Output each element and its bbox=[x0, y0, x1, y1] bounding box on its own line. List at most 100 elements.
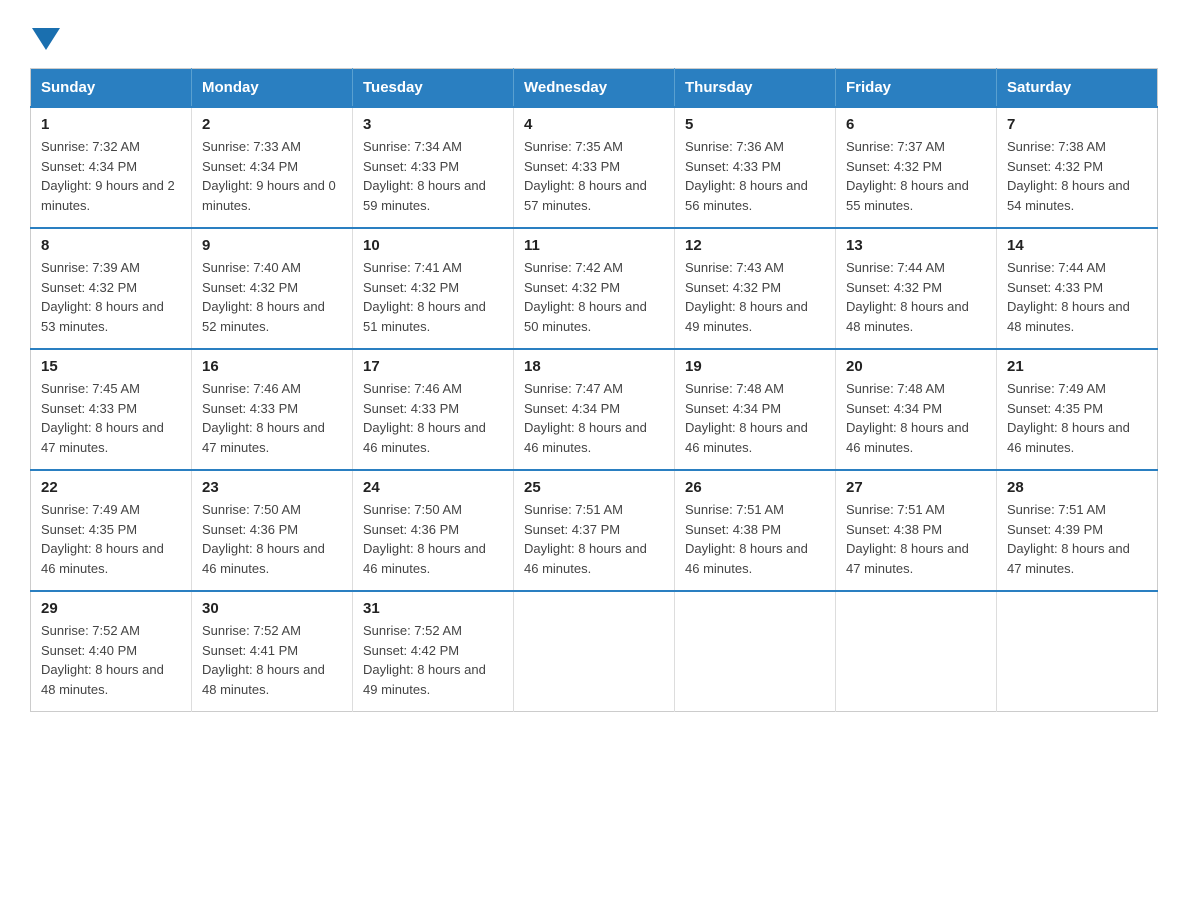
day-info: Sunrise: 7:52 AMSunset: 4:40 PMDaylight:… bbox=[41, 623, 164, 697]
day-number: 1 bbox=[41, 116, 181, 133]
calendar-cell: 12 Sunrise: 7:43 AMSunset: 4:32 PMDaylig… bbox=[675, 228, 836, 349]
day-info: Sunrise: 7:39 AMSunset: 4:32 PMDaylight:… bbox=[41, 260, 164, 334]
day-number: 13 bbox=[846, 237, 986, 254]
day-info: Sunrise: 7:52 AMSunset: 4:41 PMDaylight:… bbox=[202, 623, 325, 697]
calendar-week-row: 8 Sunrise: 7:39 AMSunset: 4:32 PMDayligh… bbox=[31, 228, 1158, 349]
day-info: Sunrise: 7:37 AMSunset: 4:32 PMDaylight:… bbox=[846, 139, 969, 213]
calendar-table: SundayMondayTuesdayWednesdayThursdayFrid… bbox=[30, 68, 1158, 712]
day-number: 7 bbox=[1007, 116, 1147, 133]
weekday-header-thursday: Thursday bbox=[675, 69, 836, 108]
day-info: Sunrise: 7:48 AMSunset: 4:34 PMDaylight:… bbox=[846, 381, 969, 455]
calendar-cell: 4 Sunrise: 7:35 AMSunset: 4:33 PMDayligh… bbox=[514, 107, 675, 228]
calendar-week-row: 15 Sunrise: 7:45 AMSunset: 4:33 PMDaylig… bbox=[31, 349, 1158, 470]
day-number: 19 bbox=[685, 358, 825, 375]
day-number: 16 bbox=[202, 358, 342, 375]
calendar-cell: 30 Sunrise: 7:52 AMSunset: 4:41 PMDaylig… bbox=[192, 591, 353, 712]
page-header bbox=[30, 24, 1158, 50]
day-info: Sunrise: 7:46 AMSunset: 4:33 PMDaylight:… bbox=[363, 381, 486, 455]
calendar-cell: 21 Sunrise: 7:49 AMSunset: 4:35 PMDaylig… bbox=[997, 349, 1158, 470]
day-number: 17 bbox=[363, 358, 503, 375]
day-info: Sunrise: 7:51 AMSunset: 4:38 PMDaylight:… bbox=[685, 502, 808, 576]
day-info: Sunrise: 7:50 AMSunset: 4:36 PMDaylight:… bbox=[363, 502, 486, 576]
day-number: 2 bbox=[202, 116, 342, 133]
day-info: Sunrise: 7:45 AMSunset: 4:33 PMDaylight:… bbox=[41, 381, 164, 455]
day-info: Sunrise: 7:51 AMSunset: 4:38 PMDaylight:… bbox=[846, 502, 969, 576]
day-info: Sunrise: 7:49 AMSunset: 4:35 PMDaylight:… bbox=[41, 502, 164, 576]
calendar-cell: 13 Sunrise: 7:44 AMSunset: 4:32 PMDaylig… bbox=[836, 228, 997, 349]
day-number: 5 bbox=[685, 116, 825, 133]
calendar-cell: 5 Sunrise: 7:36 AMSunset: 4:33 PMDayligh… bbox=[675, 107, 836, 228]
day-info: Sunrise: 7:49 AMSunset: 4:35 PMDaylight:… bbox=[1007, 381, 1130, 455]
day-info: Sunrise: 7:32 AMSunset: 4:34 PMDaylight:… bbox=[41, 139, 175, 213]
calendar-cell: 16 Sunrise: 7:46 AMSunset: 4:33 PMDaylig… bbox=[192, 349, 353, 470]
calendar-cell: 28 Sunrise: 7:51 AMSunset: 4:39 PMDaylig… bbox=[997, 470, 1158, 591]
day-number: 20 bbox=[846, 358, 986, 375]
weekday-header-wednesday: Wednesday bbox=[514, 69, 675, 108]
day-info: Sunrise: 7:44 AMSunset: 4:33 PMDaylight:… bbox=[1007, 260, 1130, 334]
day-number: 31 bbox=[363, 600, 503, 617]
day-info: Sunrise: 7:36 AMSunset: 4:33 PMDaylight:… bbox=[685, 139, 808, 213]
day-info: Sunrise: 7:50 AMSunset: 4:36 PMDaylight:… bbox=[202, 502, 325, 576]
day-number: 18 bbox=[524, 358, 664, 375]
day-info: Sunrise: 7:47 AMSunset: 4:34 PMDaylight:… bbox=[524, 381, 647, 455]
day-number: 4 bbox=[524, 116, 664, 133]
calendar-cell bbox=[514, 591, 675, 712]
calendar-cell: 3 Sunrise: 7:34 AMSunset: 4:33 PMDayligh… bbox=[353, 107, 514, 228]
day-info: Sunrise: 7:35 AMSunset: 4:33 PMDaylight:… bbox=[524, 139, 647, 213]
calendar-cell: 29 Sunrise: 7:52 AMSunset: 4:40 PMDaylig… bbox=[31, 591, 192, 712]
calendar-cell: 6 Sunrise: 7:37 AMSunset: 4:32 PMDayligh… bbox=[836, 107, 997, 228]
day-number: 24 bbox=[363, 479, 503, 496]
day-info: Sunrise: 7:51 AMSunset: 4:37 PMDaylight:… bbox=[524, 502, 647, 576]
day-number: 30 bbox=[202, 600, 342, 617]
calendar-cell: 27 Sunrise: 7:51 AMSunset: 4:38 PMDaylig… bbox=[836, 470, 997, 591]
day-info: Sunrise: 7:41 AMSunset: 4:32 PMDaylight:… bbox=[363, 260, 486, 334]
calendar-cell: 17 Sunrise: 7:46 AMSunset: 4:33 PMDaylig… bbox=[353, 349, 514, 470]
calendar-cell: 8 Sunrise: 7:39 AMSunset: 4:32 PMDayligh… bbox=[31, 228, 192, 349]
calendar-cell: 11 Sunrise: 7:42 AMSunset: 4:32 PMDaylig… bbox=[514, 228, 675, 349]
day-number: 27 bbox=[846, 479, 986, 496]
calendar-cell: 9 Sunrise: 7:40 AMSunset: 4:32 PMDayligh… bbox=[192, 228, 353, 349]
calendar-cell: 10 Sunrise: 7:41 AMSunset: 4:32 PMDaylig… bbox=[353, 228, 514, 349]
calendar-cell: 22 Sunrise: 7:49 AMSunset: 4:35 PMDaylig… bbox=[31, 470, 192, 591]
day-number: 9 bbox=[202, 237, 342, 254]
calendar-cell: 25 Sunrise: 7:51 AMSunset: 4:37 PMDaylig… bbox=[514, 470, 675, 591]
calendar-cell bbox=[836, 591, 997, 712]
calendar-cell: 18 Sunrise: 7:47 AMSunset: 4:34 PMDaylig… bbox=[514, 349, 675, 470]
calendar-week-row: 22 Sunrise: 7:49 AMSunset: 4:35 PMDaylig… bbox=[31, 470, 1158, 591]
day-number: 6 bbox=[846, 116, 986, 133]
day-info: Sunrise: 7:44 AMSunset: 4:32 PMDaylight:… bbox=[846, 260, 969, 334]
calendar-header-row: SundayMondayTuesdayWednesdayThursdayFrid… bbox=[31, 69, 1158, 108]
day-number: 12 bbox=[685, 237, 825, 254]
day-number: 11 bbox=[524, 237, 664, 254]
day-info: Sunrise: 7:48 AMSunset: 4:34 PMDaylight:… bbox=[685, 381, 808, 455]
calendar-cell: 23 Sunrise: 7:50 AMSunset: 4:36 PMDaylig… bbox=[192, 470, 353, 591]
day-number: 22 bbox=[41, 479, 181, 496]
weekday-header-saturday: Saturday bbox=[997, 69, 1158, 108]
weekday-header-tuesday: Tuesday bbox=[353, 69, 514, 108]
day-info: Sunrise: 7:34 AMSunset: 4:33 PMDaylight:… bbox=[363, 139, 486, 213]
day-number: 23 bbox=[202, 479, 342, 496]
calendar-week-row: 29 Sunrise: 7:52 AMSunset: 4:40 PMDaylig… bbox=[31, 591, 1158, 712]
day-number: 10 bbox=[363, 237, 503, 254]
day-info: Sunrise: 7:51 AMSunset: 4:39 PMDaylight:… bbox=[1007, 502, 1130, 576]
day-info: Sunrise: 7:42 AMSunset: 4:32 PMDaylight:… bbox=[524, 260, 647, 334]
calendar-cell: 19 Sunrise: 7:48 AMSunset: 4:34 PMDaylig… bbox=[675, 349, 836, 470]
weekday-header-sunday: Sunday bbox=[31, 69, 192, 108]
day-number: 29 bbox=[41, 600, 181, 617]
day-info: Sunrise: 7:33 AMSunset: 4:34 PMDaylight:… bbox=[202, 139, 336, 213]
calendar-cell: 7 Sunrise: 7:38 AMSunset: 4:32 PMDayligh… bbox=[997, 107, 1158, 228]
day-info: Sunrise: 7:52 AMSunset: 4:42 PMDaylight:… bbox=[363, 623, 486, 697]
day-number: 26 bbox=[685, 479, 825, 496]
day-number: 15 bbox=[41, 358, 181, 375]
day-number: 25 bbox=[524, 479, 664, 496]
calendar-week-row: 1 Sunrise: 7:32 AMSunset: 4:34 PMDayligh… bbox=[31, 107, 1158, 228]
calendar-cell: 14 Sunrise: 7:44 AMSunset: 4:33 PMDaylig… bbox=[997, 228, 1158, 349]
calendar-cell: 15 Sunrise: 7:45 AMSunset: 4:33 PMDaylig… bbox=[31, 349, 192, 470]
calendar-cell: 31 Sunrise: 7:52 AMSunset: 4:42 PMDaylig… bbox=[353, 591, 514, 712]
calendar-cell: 24 Sunrise: 7:50 AMSunset: 4:36 PMDaylig… bbox=[353, 470, 514, 591]
day-info: Sunrise: 7:46 AMSunset: 4:33 PMDaylight:… bbox=[202, 381, 325, 455]
day-info: Sunrise: 7:40 AMSunset: 4:32 PMDaylight:… bbox=[202, 260, 325, 334]
calendar-cell: 1 Sunrise: 7:32 AMSunset: 4:34 PMDayligh… bbox=[31, 107, 192, 228]
logo-triangle-icon bbox=[32, 28, 60, 50]
calendar-cell: 20 Sunrise: 7:48 AMSunset: 4:34 PMDaylig… bbox=[836, 349, 997, 470]
